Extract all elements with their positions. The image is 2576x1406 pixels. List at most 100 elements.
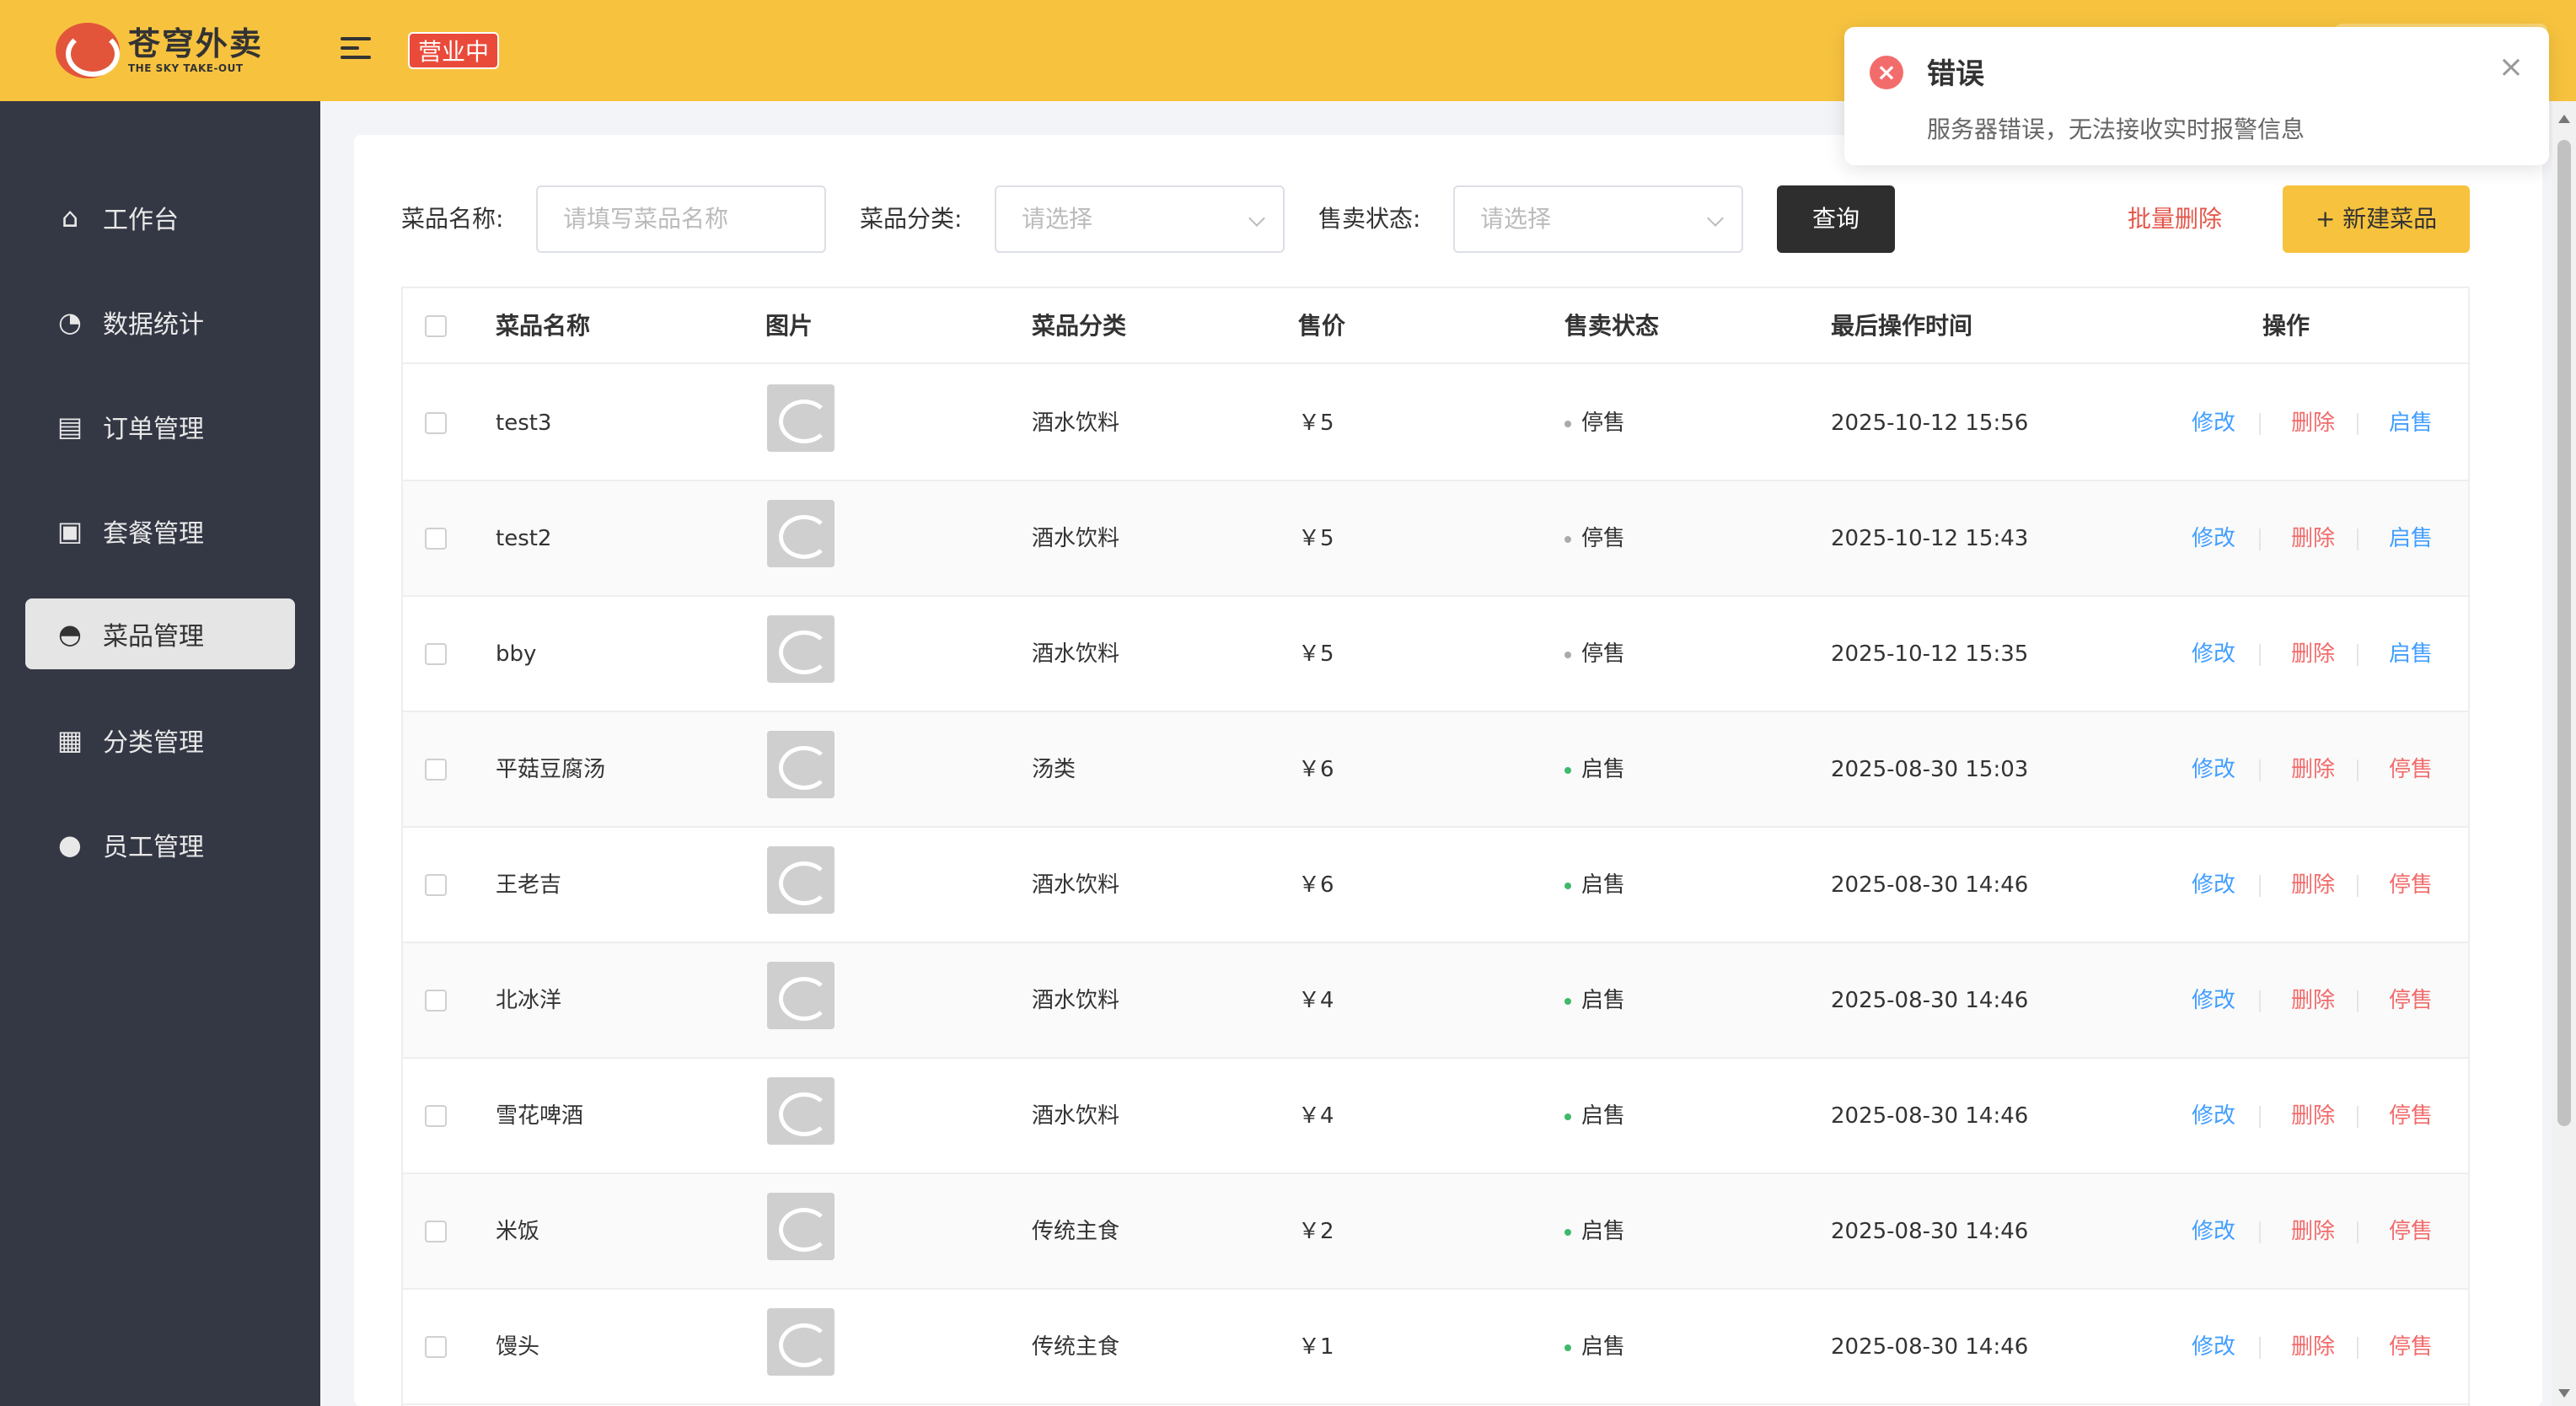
dish-category: 传统主食 — [1032, 1334, 1120, 1360]
edit-button[interactable]: 修改 — [2192, 366, 2235, 481]
status-select[interactable]: 请选择 — [1453, 185, 1743, 253]
toggle-sale-button[interactable]: 停售 — [2389, 1290, 2433, 1405]
header-image: 图片 — [765, 312, 813, 340]
sidebar-item-label: 员工管理 — [103, 833, 204, 862]
delete-button[interactable]: 删除 — [2291, 943, 2335, 1059]
divider — [2259, 1337, 2261, 1359]
dish-price: ￥1 — [1298, 1334, 1334, 1360]
divider — [2357, 990, 2359, 1012]
scroll-thumb[interactable] — [2557, 140, 2571, 1126]
menu-collapse-icon[interactable] — [341, 37, 371, 64]
scroll-up-icon[interactable] — [2558, 115, 2570, 123]
row-checkbox[interactable] — [425, 643, 447, 665]
dish-status: 启售 — [1564, 828, 1625, 943]
row-checkbox[interactable] — [425, 528, 447, 550]
delete-button[interactable]: 删除 — [2291, 1174, 2335, 1290]
dish-category: 酒水饮料 — [1032, 1103, 1120, 1129]
batch-delete-button[interactable]: 批量删除 — [2128, 185, 2222, 253]
edit-button[interactable]: 修改 — [2192, 1059, 2235, 1174]
status-dot-icon — [1564, 651, 1571, 658]
table-row: 馒头 传统主食 ￥1 启售 2025-08-30 14:46 修改 删除 停售 — [403, 1290, 2468, 1405]
table-row: 雪花啤酒 酒水饮料 ￥4 启售 2025-08-30 14:46 修改 删除 停售 — [403, 1059, 2468, 1174]
toggle-sale-button[interactable]: 启售 — [2389, 597, 2433, 712]
toggle-sale-button[interactable]: 启售 — [2389, 366, 2433, 481]
close-icon[interactable]: × — [2498, 51, 2524, 84]
main-panel: 菜品名称: 请填写菜品名称 菜品分类: 请选择 售卖状态: 请选择 查询 批量删… — [354, 135, 2542, 1406]
page-scrollbar[interactable] — [2552, 101, 2576, 1406]
toggle-sale-button[interactable]: 停售 — [2389, 1174, 2433, 1290]
row-checkbox[interactable] — [425, 1336, 447, 1358]
scroll-down-icon[interactable] — [2558, 1389, 2570, 1398]
delete-button[interactable]: 删除 — [2291, 366, 2335, 481]
category-select-placeholder: 请选择 — [1022, 205, 1093, 233]
row-checkbox[interactable] — [425, 1221, 447, 1242]
dish-category: 酒水饮料 — [1032, 872, 1120, 898]
status-label: 售卖状态: — [1318, 205, 1421, 233]
employee-icon: ● — [58, 829, 82, 861]
dish-category: 酒水饮料 — [1032, 641, 1120, 667]
select-all-checkbox[interactable] — [425, 315, 447, 337]
dish-status: 停售 — [1564, 597, 1625, 712]
new-dish-button[interactable]: + 新建菜品 — [2283, 185, 2470, 253]
dish-image-icon — [767, 1077, 835, 1145]
row-checkbox[interactable] — [425, 412, 447, 434]
delete-button[interactable]: 删除 — [2291, 597, 2335, 712]
dish-price: ￥5 — [1298, 641, 1334, 667]
divider — [2357, 1221, 2359, 1243]
header-time: 最后操作时间 — [1831, 312, 1973, 340]
toggle-sale-button[interactable]: 停售 — [2389, 828, 2433, 943]
sidebar-item-setmeal[interactable]: ▣ 套餐管理 — [25, 496, 295, 566]
row-checkbox[interactable] — [425, 1105, 447, 1127]
divider — [2259, 1221, 2261, 1243]
home-icon: ⌂ — [61, 201, 79, 233]
edit-button[interactable]: 修改 — [2192, 712, 2235, 828]
toggle-sale-button[interactable]: 停售 — [2389, 943, 2433, 1059]
dish-name: 雪花啤酒 — [496, 1103, 584, 1129]
dish-name: 米饭 — [496, 1219, 540, 1244]
sidebar-item-orders[interactable]: ▤ 订单管理 — [25, 391, 295, 462]
dish-image-icon — [767, 1193, 835, 1260]
dish-status: 启售 — [1564, 943, 1625, 1059]
edit-button[interactable]: 修改 — [2192, 1290, 2235, 1405]
dish-name-input[interactable]: 请填写菜品名称 — [536, 185, 826, 253]
dish-time: 2025-10-12 15:56 — [1831, 411, 2029, 436]
row-checkbox[interactable] — [425, 759, 447, 781]
toggle-sale-button[interactable]: 停售 — [2389, 712, 2433, 828]
header-price: 售价 — [1298, 312, 1346, 340]
edit-button[interactable]: 修改 — [2192, 943, 2235, 1059]
dish-status: 启售 — [1564, 1174, 1625, 1290]
sidebar-item-categories[interactable]: ▦ 分类管理 — [25, 705, 295, 775]
edit-button[interactable]: 修改 — [2192, 597, 2235, 712]
dish-time: 2025-08-30 15:03 — [1831, 757, 2029, 782]
dish-name: test2 — [496, 526, 552, 551]
query-button[interactable]: 查询 — [1777, 185, 1895, 253]
sidebar-item-employees[interactable]: ● 员工管理 — [25, 809, 295, 880]
category-select[interactable]: 请选择 — [995, 185, 1285, 253]
dish-status: 启售 — [1564, 1059, 1625, 1174]
delete-button[interactable]: 删除 — [2291, 1059, 2335, 1174]
sidebar-item-statistics[interactable]: ◔ 数据统计 — [25, 287, 295, 357]
delete-button[interactable]: 删除 — [2291, 828, 2335, 943]
row-checkbox[interactable] — [425, 990, 447, 1012]
toggle-sale-button[interactable]: 停售 — [2389, 1059, 2433, 1174]
delete-button[interactable]: 删除 — [2291, 1290, 2335, 1405]
row-checkbox[interactable] — [425, 874, 447, 896]
divider — [2357, 1337, 2359, 1359]
edit-button[interactable]: 修改 — [2192, 481, 2235, 597]
dish-image-icon — [767, 500, 835, 567]
edit-button[interactable]: 修改 — [2192, 828, 2235, 943]
status-text: 启售 — [1581, 757, 1626, 782]
sidebar-item-workbench[interactable]: ⌂ 工作台 — [25, 182, 295, 253]
chevron-down-icon — [1248, 210, 1265, 227]
sidebar-item-label: 订单管理 — [103, 415, 204, 444]
status-dot-icon — [1564, 997, 1571, 1005]
delete-button[interactable]: 删除 — [2291, 481, 2335, 597]
toggle-sale-button[interactable]: 启售 — [2389, 481, 2433, 597]
delete-button[interactable]: 删除 — [2291, 712, 2335, 828]
sidebar-item-label: 菜品管理 — [103, 622, 204, 652]
edit-button[interactable]: 修改 — [2192, 1174, 2235, 1290]
table-row: test2 酒水饮料 ￥5 停售 2025-10-12 15:43 修改 删除 启售 — [403, 481, 2468, 597]
status-select-placeholder: 请选择 — [1480, 205, 1552, 233]
sidebar-item-dishes[interactable]: ◓ 菜品管理 — [25, 598, 295, 669]
dish-name: bby — [496, 641, 537, 667]
